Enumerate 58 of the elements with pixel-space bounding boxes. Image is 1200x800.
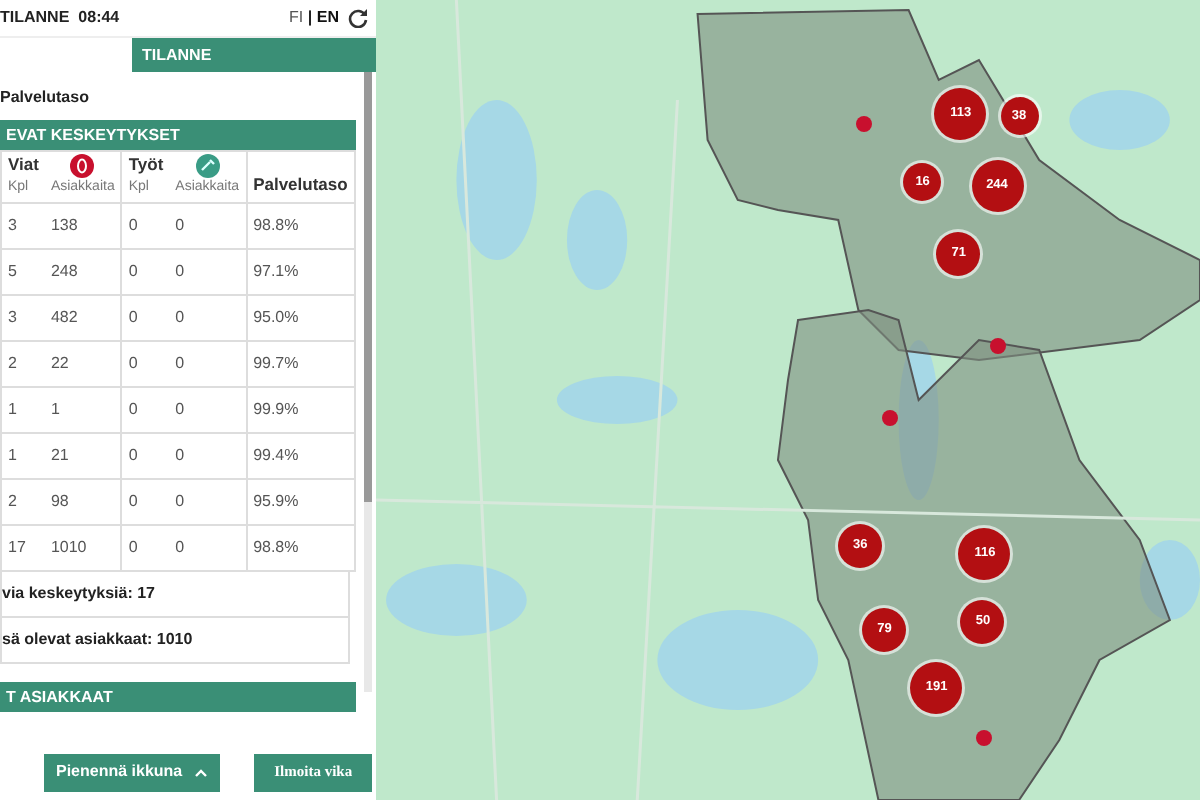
table-cell: 98.8% <box>246 525 355 572</box>
scrollbar-thumb[interactable] <box>364 72 372 502</box>
table-cell: 3 <box>1 295 45 342</box>
work-icon <box>195 153 220 178</box>
marker-icon[interactable] <box>989 338 1005 354</box>
clock-time: 08:44 <box>78 6 120 30</box>
table-cell: 21 <box>44 433 122 480</box>
column-header: Palvelutaso <box>253 174 348 195</box>
table-cell: 2 <box>1 341 45 388</box>
table-cell: 0 <box>169 433 247 480</box>
section-label: Palvelutaso <box>0 86 91 110</box>
table-cell: 95.0% <box>246 295 355 342</box>
scrollbar-track[interactable] <box>364 72 372 692</box>
marker-icon[interactable] <box>976 730 993 746</box>
table-cell: 0 <box>169 387 247 434</box>
table-cell: 138 <box>44 203 122 250</box>
fault-icon <box>70 153 95 178</box>
table-cell: 482 <box>44 295 122 342</box>
section-header: EVAT KESKEYTYKSET <box>0 120 356 150</box>
summary-text: sä olevat asiakkaat: 1010 <box>2 628 193 653</box>
table-cell: 98.8% <box>246 203 355 250</box>
table-cell: 0 <box>169 341 247 388</box>
language-link[interactable]: EN <box>316 6 339 30</box>
table-cell: 3 <box>1 203 45 250</box>
summary-text: via keskeytyksiä: 17 <box>2 582 156 607</box>
table-cell: 22 <box>44 341 122 388</box>
table-cell: 1 <box>1 387 45 434</box>
table-cell: 248 <box>44 249 122 296</box>
table-cell: 99.9% <box>246 387 355 434</box>
table-cell: 1 <box>44 387 122 434</box>
table-cell: 17 <box>1 525 45 572</box>
section-header: T ASIAKKAAT <box>0 682 356 713</box>
tab[interactable]: TILANNE <box>132 38 376 72</box>
table-cell: 99.4% <box>246 433 355 480</box>
group-heading: Viat <box>8 152 39 178</box>
table-cell: 97.1% <box>246 249 355 296</box>
table-cell: 0 <box>169 525 247 572</box>
table-cell: 1010 <box>44 525 122 572</box>
language-link[interactable]: FI <box>289 6 304 30</box>
table-cell: 0 <box>169 249 247 296</box>
table-cell: 0 <box>169 479 247 526</box>
header-title: TILANNE <box>0 6 70 30</box>
table-cell: 99.7% <box>246 341 355 388</box>
group-heading: Työt <box>128 152 164 178</box>
chevron-up-icon <box>194 767 209 777</box>
table-cell: 0 <box>169 295 247 342</box>
minimize-button[interactable]: Pienennä ikkuna <box>44 753 221 791</box>
map-drawing[interactable] <box>376 0 1200 800</box>
table-cell: 1 <box>1 433 45 480</box>
marker-icon[interactable] <box>856 116 873 132</box>
separator-text: | <box>307 6 313 30</box>
table-cell: 0 <box>169 203 247 250</box>
marker-icon[interactable] <box>882 410 899 426</box>
refresh-icon[interactable] <box>348 8 368 28</box>
table-cell: 98 <box>44 479 122 526</box>
table-cell: 95.9% <box>246 479 355 526</box>
table-cell: 5 <box>1 249 45 296</box>
table-cell: 2 <box>1 479 45 526</box>
